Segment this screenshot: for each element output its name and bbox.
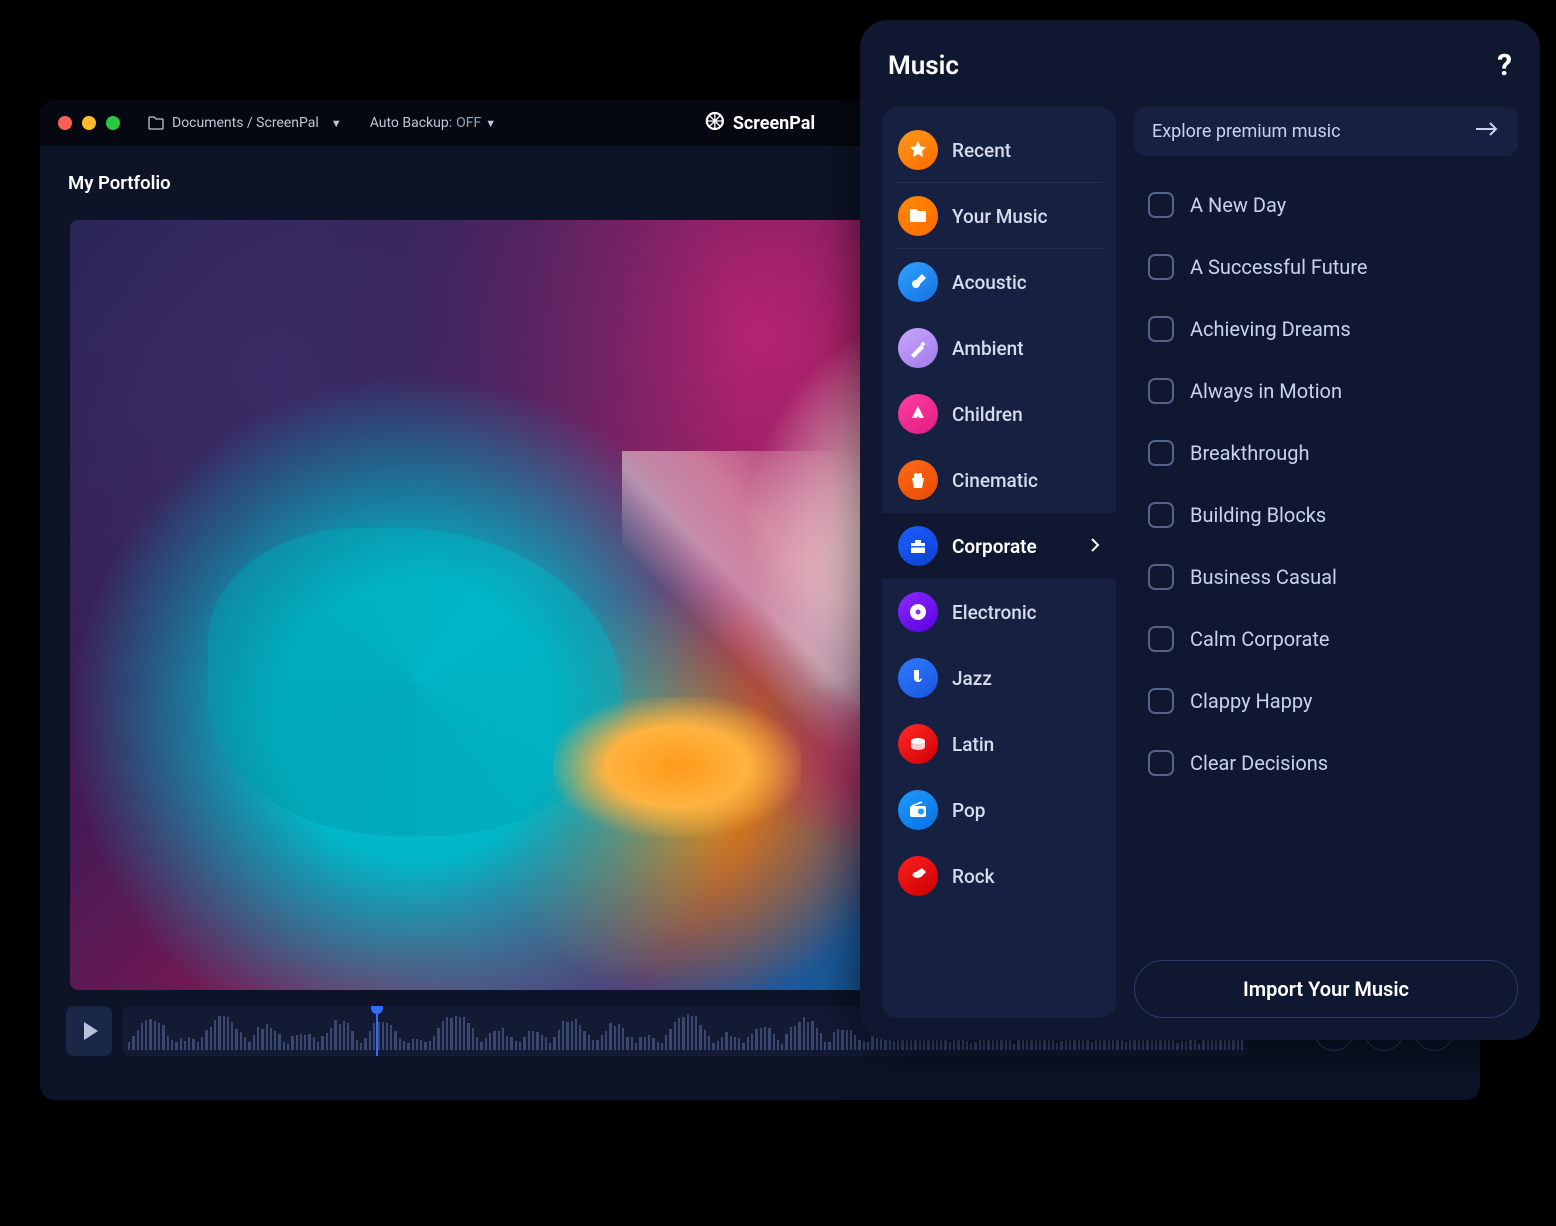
track-checkbox[interactable]: [1148, 378, 1174, 404]
track-label: Breakthrough: [1190, 441, 1310, 465]
track-checkbox[interactable]: [1148, 688, 1174, 714]
category-acoustic[interactable]: Acoustic: [882, 249, 1116, 315]
track-item[interactable]: Building Blocks: [1136, 484, 1512, 546]
category-label: Acoustic: [952, 271, 1027, 294]
category-ambient[interactable]: Ambient: [882, 315, 1116, 381]
folder-icon: [898, 196, 938, 236]
disc-icon: [898, 592, 938, 632]
category-recent[interactable]: Recent: [882, 117, 1116, 183]
category-label: Cinematic: [952, 469, 1038, 492]
category-corporate[interactable]: Corporate: [882, 513, 1116, 579]
breadcrumb-text: Documents / ScreenPal: [172, 115, 319, 131]
chevron-right-icon: [1090, 535, 1100, 558]
track-label: Clear Decisions: [1190, 751, 1328, 775]
category-latin[interactable]: Latin: [882, 711, 1116, 777]
folder-icon: [148, 116, 164, 130]
category-electronic[interactable]: Electronic: [882, 579, 1116, 645]
category-label: Electronic: [952, 601, 1037, 624]
auto-backup-toggle[interactable]: Auto Backup: OFF ▼: [370, 115, 496, 131]
track-item[interactable]: Business Casual: [1136, 546, 1512, 608]
track-label: A Successful Future: [1190, 255, 1368, 279]
category-children[interactable]: Children: [882, 381, 1116, 447]
category-label: Ambient: [952, 337, 1024, 360]
maximize-window-button[interactable]: [106, 116, 120, 130]
brand-text: ScreenPal: [733, 113, 815, 134]
auto-backup-label: Auto Backup:: [370, 115, 452, 131]
track-checkbox[interactable]: [1148, 192, 1174, 218]
track-checkbox[interactable]: [1148, 502, 1174, 528]
import-music-label: Import Your Music: [1243, 977, 1409, 1001]
track-label: Building Blocks: [1190, 503, 1326, 527]
track-label: Calm Corporate: [1190, 627, 1330, 651]
category-your-music[interactable]: Your Music: [882, 183, 1116, 249]
category-pop[interactable]: Pop: [882, 777, 1116, 843]
category-label: Jazz: [952, 667, 992, 690]
track-checkbox[interactable]: [1148, 316, 1174, 342]
popcorn-icon: [898, 460, 938, 500]
guitar-icon: [898, 262, 938, 302]
star-icon: [898, 130, 938, 170]
track-label: A New Day: [1190, 193, 1286, 217]
close-window-button[interactable]: [58, 116, 72, 130]
track-list[interactable]: A New Day A Successful Future Achieving Dr…: [1134, 164, 1518, 946]
track-label: Always in Motion: [1190, 379, 1342, 403]
category-list: Recent Your Music Acoustic Ambient Children C…: [882, 107, 1116, 1018]
track-label: Clappy Happy: [1190, 689, 1313, 713]
category-jazz[interactable]: Jazz: [882, 645, 1116, 711]
brand-logo: ScreenPal: [705, 111, 815, 136]
track-item[interactable]: Always in Motion: [1136, 360, 1512, 422]
aperture-icon: [705, 111, 725, 136]
wand-icon: [898, 328, 938, 368]
track-checkbox[interactable]: [1148, 750, 1174, 776]
track-item[interactable]: Clappy Happy: [1136, 670, 1512, 732]
chevron-down-icon: ▼: [331, 117, 342, 130]
chevron-down-icon: ▼: [485, 117, 496, 130]
track-item[interactable]: Achieving Dreams: [1136, 298, 1512, 360]
category-label: Pop: [952, 799, 985, 822]
track-checkbox[interactable]: [1148, 440, 1174, 466]
track-item[interactable]: A Successful Future: [1136, 236, 1512, 298]
party-icon: [898, 394, 938, 434]
explore-premium-button[interactable]: Explore premium music: [1134, 107, 1518, 156]
category-rock[interactable]: Rock: [882, 843, 1116, 909]
track-checkbox[interactable]: [1148, 564, 1174, 590]
category-label: Corporate: [952, 535, 1037, 558]
arrow-right-icon: [1476, 121, 1500, 142]
category-label: Children: [952, 403, 1023, 426]
sax-icon: [898, 658, 938, 698]
radio-icon: [898, 790, 938, 830]
track-label: Business Casual: [1190, 565, 1337, 589]
briefcase-icon: [898, 526, 938, 566]
explore-premium-label: Explore premium music: [1152, 121, 1341, 142]
track-item[interactable]: A New Day: [1136, 174, 1512, 236]
help-button[interactable]: ?: [1497, 48, 1512, 83]
music-panel: Music ? Recent Your Music Acoustic Ambient C…: [860, 20, 1540, 1040]
track-checkbox[interactable]: [1148, 254, 1174, 280]
track-label: Achieving Dreams: [1190, 317, 1351, 341]
track-checkbox[interactable]: [1148, 626, 1174, 652]
category-label: Latin: [952, 733, 994, 756]
category-label: Recent: [952, 139, 1011, 162]
track-item[interactable]: Breakthrough: [1136, 422, 1512, 484]
drum-icon: [898, 724, 938, 764]
play-icon: [84, 1022, 98, 1040]
breadcrumb[interactable]: Documents / ScreenPal ▼: [148, 115, 342, 131]
auto-backup-value: OFF: [456, 115, 481, 131]
window-controls: [58, 116, 120, 130]
import-music-button[interactable]: Import Your Music: [1134, 960, 1518, 1018]
category-label: Rock: [952, 865, 995, 888]
track-item[interactable]: Calm Corporate: [1136, 608, 1512, 670]
playhead[interactable]: [376, 1006, 378, 1056]
category-label: Your Music: [952, 205, 1048, 228]
minimize-window-button[interactable]: [82, 116, 96, 130]
play-button[interactable]: [66, 1006, 112, 1056]
eguitar-icon: [898, 856, 938, 896]
track-item[interactable]: Clear Decisions: [1136, 732, 1512, 794]
category-cinematic[interactable]: Cinematic: [882, 447, 1116, 513]
music-panel-title: Music: [888, 51, 959, 81]
